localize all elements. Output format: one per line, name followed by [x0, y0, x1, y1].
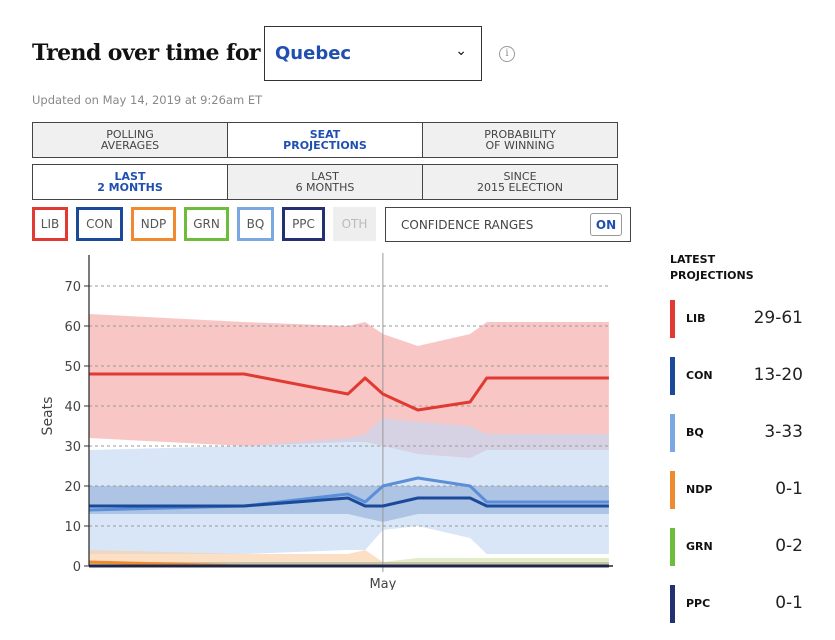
party-abbr: GRN — [686, 540, 713, 553]
y-axis-label: Seats — [40, 397, 56, 436]
tab-label-line2: 2 MONTHS — [97, 181, 163, 194]
projection-row-ppc: PPC 0-1 — [670, 585, 835, 625]
party-toggle-con[interactable]: CON — [76, 207, 123, 241]
party-color-bar — [670, 414, 675, 452]
tab-polling-averages[interactable]: POLLING AVERAGES — [33, 123, 228, 157]
range-tabs: LAST 2 MONTHS LAST 6 MONTHS SINCE 2015 ELEC… — [32, 164, 618, 200]
tab-label-line2: 2015 ELECTION — [476, 181, 564, 194]
page-title: Trend over time for — [32, 40, 260, 66]
seat-range: 13-20 — [753, 365, 803, 385]
tab-label-line2: PROJECTIONS — [283, 139, 367, 152]
party-color-bar — [670, 471, 675, 509]
y-tick-label: 30 — [64, 440, 81, 455]
projection-row-ndp: NDP 0-1 — [670, 471, 835, 511]
tab-last-2-months[interactable]: LAST 2 MONTHS — [33, 165, 228, 199]
confidence-ranges-toggle[interactable]: ON — [590, 213, 622, 236]
party-abbr: CON — [686, 369, 713, 382]
tab-since-2015-election[interactable]: SINCE 2015 ELECTION — [423, 165, 617, 199]
seat-projection-chart: 0 10 20 30 40 50 60 70 May Seats — [40, 253, 613, 590]
confidence-ranges-label: CONFIDENCE RANGES — [401, 217, 534, 232]
region-select-value: Quebec — [275, 43, 352, 64]
seat-range: 3-33 — [764, 422, 803, 442]
y-tick-label: 60 — [64, 320, 81, 335]
party-abbr: NDP — [686, 483, 713, 496]
tab-last-6-months[interactable]: LAST 6 MONTHS — [228, 165, 423, 199]
y-tick-label: 20 — [64, 480, 81, 495]
x-tick-label: May — [369, 577, 396, 590]
y-tick-label: 10 — [64, 520, 81, 535]
chevron-down-icon: ⌄ — [455, 43, 467, 59]
party-toggle-oth[interactable]: OTH — [333, 207, 376, 241]
party-toggle-bq[interactable]: BQ — [237, 207, 274, 241]
party-abbr: BQ — [686, 426, 704, 439]
y-tick-label: 0 — [73, 560, 81, 575]
confidence-ranges-control: CONFIDENCE RANGES ON — [385, 207, 631, 242]
y-tick-label: 50 — [64, 360, 81, 375]
tab-seat-projections[interactable]: SEAT PROJECTIONS — [228, 123, 423, 157]
tab-label-line2: OF WINNING — [485, 139, 555, 152]
tab-probability-of-winning[interactable]: PROBABILITY OF WINNING — [423, 123, 617, 157]
projection-row-bq: BQ 3-33 — [670, 414, 835, 454]
metric-tabs: POLLING AVERAGES SEAT PROJECTIONS PROBABIL… — [32, 122, 618, 158]
party-color-bar — [670, 528, 675, 566]
y-tick-label: 40 — [64, 400, 81, 415]
region-select[interactable]: Quebec ⌄ — [264, 26, 482, 81]
party-color-bar — [670, 585, 675, 623]
tab-label-line2: AVERAGES — [100, 139, 160, 152]
latest-projections-title: LATEST PROJECTIONS — [670, 252, 754, 284]
party-toggle-ndp[interactable]: NDP — [131, 207, 176, 241]
seat-range: 0-1 — [775, 593, 803, 613]
party-toggle-grn[interactable]: GRN — [184, 207, 229, 241]
seat-range: 0-2 — [775, 536, 803, 556]
info-icon[interactable]: i — [499, 46, 515, 62]
latest-title-line1: LATEST — [670, 253, 716, 266]
seat-range: 29-61 — [753, 308, 803, 328]
party-color-bar — [670, 357, 675, 395]
tab-label-line2: 6 MONTHS — [295, 181, 355, 194]
party-abbr: LIB — [686, 312, 706, 325]
projection-row-lib: LIB 29-61 — [670, 300, 835, 340]
projection-row-grn: GRN 0-2 — [670, 528, 835, 568]
party-toggle-ppc[interactable]: PPC — [282, 207, 325, 241]
party-color-bar — [670, 300, 675, 338]
party-toggle-lib[interactable]: LIB — [32, 207, 68, 241]
updated-timestamp: Updated on May 14, 2019 at 9:26am ET — [32, 93, 263, 107]
latest-title-line2: PROJECTIONS — [670, 269, 754, 282]
seat-range: 0-1 — [775, 479, 803, 499]
projection-row-con: CON 13-20 — [670, 357, 835, 397]
y-tick-label: 70 — [64, 280, 81, 295]
party-abbr: PPC — [686, 597, 711, 610]
